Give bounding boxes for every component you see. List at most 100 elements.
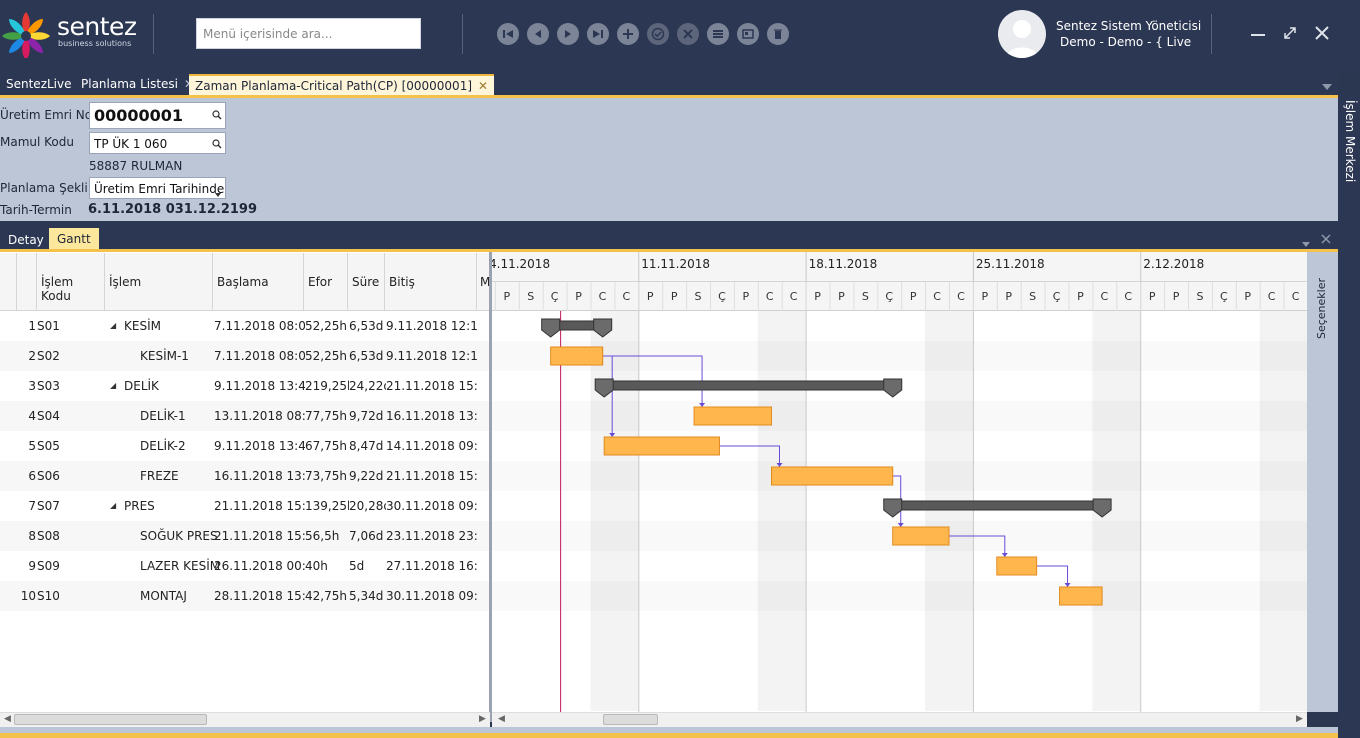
product-code-field[interactable]: TP ÜK 1 060 bbox=[89, 132, 226, 154]
column-header-end[interactable]: Bitiş bbox=[384, 253, 476, 311]
start-date: 21.11.2018 15:30 bbox=[214, 529, 305, 543]
table-row[interactable]: 10S10MONTAJ28.11.2018 15:0042,75h5,34d30… bbox=[0, 581, 490, 611]
end-date: 21.11.2018 15:30 bbox=[386, 469, 478, 483]
plan-type-label: Planlama Şekli bbox=[0, 181, 88, 195]
scroll-right-icon[interactable]: ▶ bbox=[479, 714, 486, 724]
start-date: 7.11.2018 08:00 bbox=[214, 319, 305, 333]
cancel-button[interactable] bbox=[677, 23, 699, 45]
table-row[interactable]: 6S06FREZE16.11.2018 13:4573,75h9,22d21.1… bbox=[0, 461, 490, 491]
toolbar-divider bbox=[153, 14, 154, 54]
panel-dropdown-icon[interactable] bbox=[1302, 236, 1310, 250]
side-panel-label[interactable]: İşlem Merkezi bbox=[1341, 100, 1357, 210]
column-header-m[interactable]: M bbox=[476, 253, 490, 311]
last-record-button[interactable] bbox=[587, 23, 609, 45]
task-bar bbox=[603, 436, 720, 456]
table-row[interactable]: 9S09LAZER KESİM26.11.2018 00:0040h5d27.1… bbox=[0, 551, 490, 581]
scroll-right-icon[interactable]: ▶ bbox=[1296, 714, 1303, 724]
product-code-label: Mamul Kodu bbox=[0, 135, 74, 149]
date-value: 6.11.2018 031.12.2199 bbox=[88, 202, 258, 217]
end-date: 9.11.2018 12:15 bbox=[386, 319, 478, 333]
first-record-button[interactable] bbox=[497, 23, 519, 45]
logo-name: sentez bbox=[57, 12, 137, 41]
plan-type-value: Üretim Emri Tarihinde bbox=[94, 182, 225, 196]
options-label[interactable]: Seçenekler bbox=[1315, 278, 1328, 339]
tab-critical-path[interactable]: Zaman Planlama-Critical Path(CP) [000000… bbox=[189, 74, 495, 96]
avatar[interactable] bbox=[998, 10, 1046, 58]
day-label: P bbox=[838, 290, 845, 303]
table-row[interactable]: 8S08SOĞUK PRES21.11.2018 15:3056,5h7,06d… bbox=[0, 521, 490, 551]
close-tab-icon[interactable]: ✕ bbox=[478, 79, 488, 93]
table-row[interactable]: 3S03 DELİK 9.11.2018 13:45219,25h24,22d21.… bbox=[0, 371, 490, 401]
day-label: C bbox=[1268, 290, 1276, 303]
end-date: 21.11.2018 15:30 bbox=[386, 379, 478, 393]
day-label: P bbox=[910, 290, 917, 303]
dependency-arrow bbox=[1001, 553, 1008, 557]
menu-search-input[interactable]: Menü içerisinde ara... bbox=[196, 18, 421, 49]
tab-label: Zaman Planlama-Critical Path(CP) [000000… bbox=[195, 79, 473, 93]
summary-end-cap bbox=[883, 378, 903, 398]
tab-list-dropdown-icon[interactable] bbox=[1322, 79, 1332, 90]
collapse-toggle-icon[interactable]: ◢ bbox=[110, 371, 120, 401]
scroll-left-icon[interactable]: ◀ bbox=[4, 714, 11, 724]
collapse-toggle-icon[interactable]: ◢ bbox=[110, 491, 120, 521]
approve-button[interactable] bbox=[647, 23, 669, 45]
next-record-button[interactable] bbox=[557, 23, 579, 45]
day-label: C bbox=[1101, 290, 1109, 303]
plan-type-select[interactable]: Üretim Emri Tarihinde bbox=[89, 177, 226, 199]
duration: 6,53d bbox=[349, 319, 384, 333]
duration: 6,53d bbox=[349, 349, 384, 363]
grid-scroll-thumb[interactable] bbox=[14, 714, 207, 725]
day-label: P bbox=[1244, 290, 1251, 303]
minimize-icon[interactable] bbox=[1251, 18, 1265, 43]
effort: 139,25h bbox=[305, 499, 349, 513]
maximize-icon[interactable] bbox=[1283, 25, 1297, 45]
table-row[interactable]: 1 S01 KESİM 7.11.2018 08:00 52,25h 6,53d 9.11.… bbox=[0, 311, 490, 341]
first-icon bbox=[503, 30, 513, 38]
tab-sentezlive[interactable]: SentezLive bbox=[0, 74, 78, 96]
list-button[interactable] bbox=[707, 23, 729, 45]
table-row[interactable]: 2 S02 KESİM-1 7.11.2018 08:00 52,25h 6,53d 9.1… bbox=[0, 341, 490, 371]
panel-close-icon[interactable] bbox=[1321, 233, 1331, 247]
column-header-operation[interactable]: İşlem bbox=[104, 253, 212, 311]
end-date: 9.11.2018 12:15 bbox=[386, 349, 478, 363]
table-row[interactable]: 4S04DELİK-113.11.2018 08:0077,75h9,72d16… bbox=[0, 401, 490, 431]
end-date: 30.11.2018 09:45 bbox=[386, 589, 478, 603]
toolbar-divider bbox=[1211, 14, 1212, 54]
end-date: 27.11.2018 16:00 bbox=[386, 559, 478, 573]
task-bar bbox=[996, 556, 1038, 576]
lookup-icon[interactable] bbox=[212, 109, 222, 123]
add-button[interactable] bbox=[617, 23, 639, 45]
column-header-start[interactable]: Başlama bbox=[212, 253, 303, 311]
table-row[interactable]: 7S07 PRES 21.11.2018 15:30139,25h20,28d30.… bbox=[0, 491, 490, 521]
table-row[interactable]: 5 S05 DELİK-2 9.11.2018 13:45 67,75h 8,47d 14.… bbox=[0, 431, 490, 461]
day-label: C bbox=[957, 290, 965, 303]
options-panel[interactable]: Seçenekler bbox=[1307, 252, 1338, 712]
column-header-code[interactable]: İşlem Kodu bbox=[36, 253, 104, 311]
tab-planlama-listesi[interactable]: Planlama Listesi✕ bbox=[75, 74, 200, 96]
tab-gantt[interactable]: Gantt bbox=[49, 228, 99, 249]
prev-record-button[interactable] bbox=[527, 23, 549, 45]
list-icon bbox=[713, 30, 723, 38]
column-header-effort[interactable]: Efor bbox=[303, 253, 347, 311]
delete-button[interactable] bbox=[767, 23, 789, 45]
operation-code: S03 bbox=[37, 379, 60, 393]
collapse-toggle-icon[interactable]: ◢ bbox=[110, 311, 120, 341]
column-header-duration[interactable]: Süre bbox=[347, 253, 384, 311]
day-label: Ç bbox=[1053, 290, 1061, 303]
column-header-no[interactable] bbox=[16, 253, 36, 311]
chart-scroll-thumb[interactable] bbox=[603, 714, 658, 725]
card-button[interactable] bbox=[737, 23, 759, 45]
order-no-field[interactable]: 00000001 bbox=[89, 102, 226, 129]
day-label: S bbox=[527, 290, 534, 303]
bottom-accent-line bbox=[0, 733, 1338, 738]
order-no-value: 00000001 bbox=[94, 106, 184, 125]
row-number: 8 bbox=[28, 529, 36, 543]
summary-start-cap bbox=[883, 498, 903, 518]
tab-detay[interactable]: Detay bbox=[0, 229, 52, 250]
start-date: 13.11.2018 08:00 bbox=[214, 409, 305, 423]
scroll-left-icon[interactable]: ◀ bbox=[498, 714, 505, 724]
row-number: 3 bbox=[28, 379, 36, 393]
close-app-icon[interactable] bbox=[1315, 25, 1329, 45]
lookup-icon[interactable] bbox=[212, 138, 222, 152]
effort: 219,25h bbox=[305, 379, 349, 393]
